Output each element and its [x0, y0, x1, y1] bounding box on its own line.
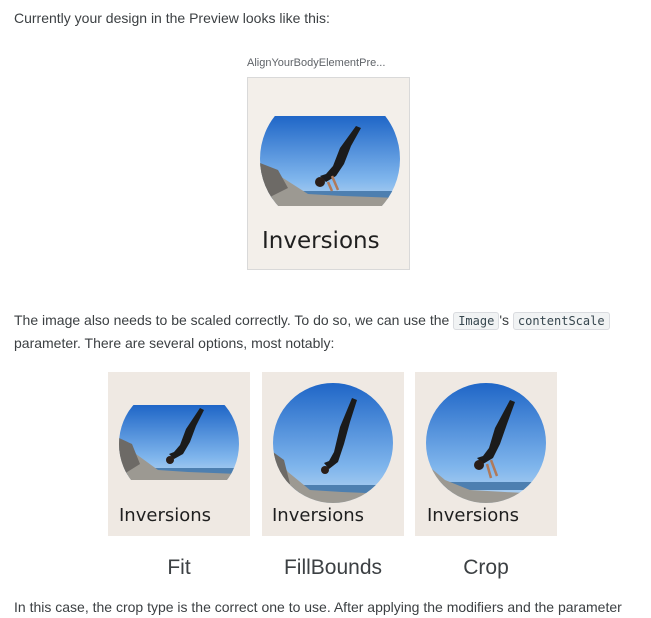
- fit-card-label: Inversions: [119, 505, 212, 526]
- scale-text-1: The image also needs to be scaled correc…: [14, 312, 454, 328]
- crop-caption: Crop: [463, 556, 509, 579]
- fillbounds-example-card: Inversions: [262, 372, 404, 536]
- fit-example-card: Inversions: [108, 372, 250, 536]
- fillbounds-caption: FillBounds: [283, 556, 383, 579]
- crop-example-card: Inversions: [415, 372, 557, 536]
- cutoff-paragraph: In this case, the crop type is the corre…: [14, 599, 622, 615]
- preview-title: AlignYourBodyElementPre...: [247, 57, 386, 69]
- preview-card: Inversions: [247, 77, 410, 270]
- fit-caption: Fit: [167, 556, 191, 579]
- intro-paragraph: Currently your design in the Preview loo…: [14, 10, 330, 26]
- preview-card-label: Inversions: [262, 228, 380, 254]
- image-code: Image: [453, 312, 500, 330]
- scale-text-3: parameter. There are several options, mo…: [14, 335, 335, 351]
- crop-card-label: Inversions: [427, 505, 520, 526]
- fillbounds-card-label: Inversions: [272, 505, 365, 526]
- scale-paragraph: The image also needs to be scaled correc…: [14, 309, 639, 354]
- scale-text-2: 's: [499, 312, 513, 328]
- content-scale-code: contentScale: [512, 312, 610, 330]
